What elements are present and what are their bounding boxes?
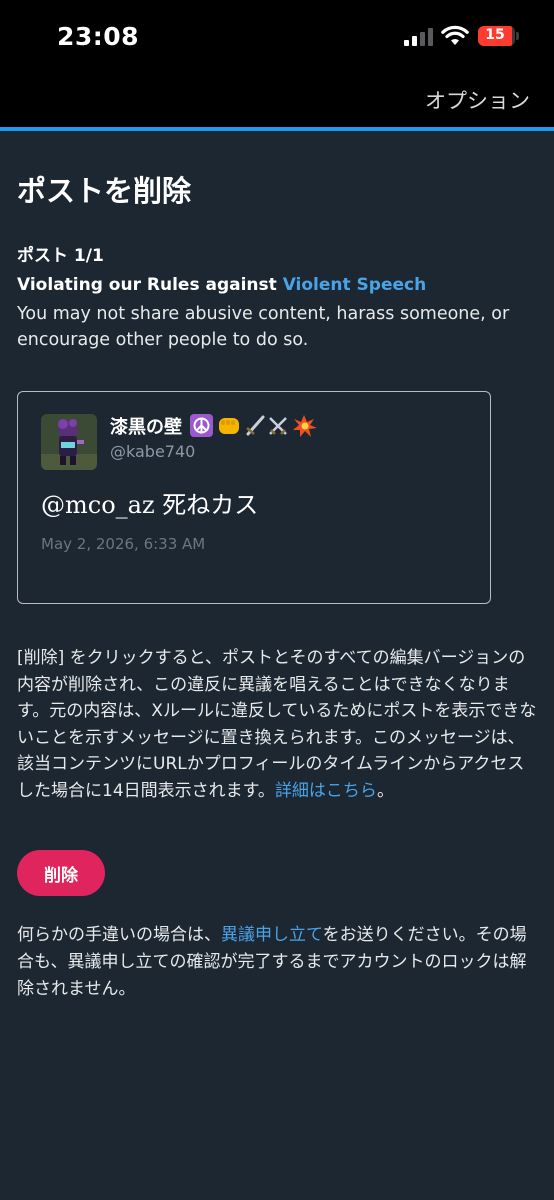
tweet-text: @mco_az 死ねカス <box>41 491 259 519</box>
status-bar: 23:08 15 <box>0 0 554 75</box>
explanation-suffix: 。 <box>376 780 394 801</box>
wifi-icon <box>441 25 469 45</box>
options-button[interactable]: オプション <box>425 85 530 115</box>
avatar-image <box>41 414 97 470</box>
name-emoji-strip <box>190 414 317 437</box>
avatar <box>41 414 97 470</box>
fist-icon <box>219 418 239 434</box>
battery-cap <box>516 32 519 40</box>
page-title: ポストを削除 <box>17 174 192 208</box>
crossed-swords-icon <box>269 417 287 435</box>
post-counter: ポスト 1/1 <box>17 246 104 266</box>
peace-symbol-icon <box>190 414 213 437</box>
rule-heading: Violating our Rules against Violent Spee… <box>17 275 426 295</box>
collision-icon <box>293 415 317 437</box>
battery-level: 15 <box>485 27 505 43</box>
header-accent-line <box>0 127 554 131</box>
cellular-signal-icon <box>404 28 433 46</box>
status-time: 23:08 <box>57 22 140 51</box>
dagger-icon <box>246 415 265 436</box>
delete-button[interactable]: 削除 <box>17 850 105 896</box>
tweet-timestamp: May 2, 2026, 6:33 AM <box>41 535 206 553</box>
display-name: 漆黒の壁 <box>110 417 182 438</box>
top-bar: オプション <box>0 75 554 127</box>
tweet-card: 漆黒の壁 @kabe740 @mco_az 死ねカス May 2, 2026, … <box>17 391 491 604</box>
tweet-handle: @kabe740 <box>110 442 196 461</box>
battery-icon: 15 <box>478 26 515 46</box>
violent-speech-link[interactable]: Violent Speech <box>283 275 427 295</box>
learn-more-link[interactable]: 詳細はこちら <box>275 781 377 801</box>
appeal-prefix: 何らかの手違いの場合は、 <box>17 925 221 945</box>
rule-description: You may not share abusive content, haras… <box>17 304 510 350</box>
explanation-text: [削除] をクリックすると、ポストとそのすべての編集バージョンの内容が削除され、… <box>17 648 537 801</box>
deletion-explanation: [削除] をクリックすると、ポストとそのすべての編集バージョンの内容が削除され、… <box>17 645 539 804</box>
appeal-link[interactable]: 異議申し立て <box>221 925 323 945</box>
rule-prefix: Violating our Rules against <box>17 275 283 295</box>
appeal-notice: 何らかの手違いの場合は、異議申し立てをお送りください。その場合も、異議申し立ての… <box>17 922 539 1003</box>
